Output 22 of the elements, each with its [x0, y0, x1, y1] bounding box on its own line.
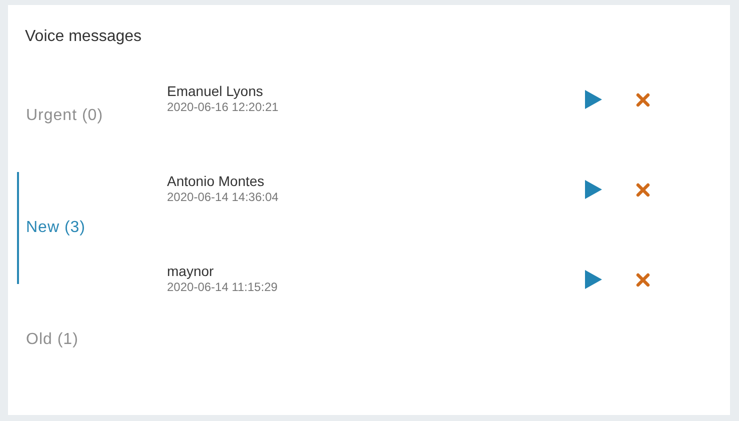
play-button[interactable]	[585, 90, 602, 109]
folder-tab[interactable]: New (3)	[17, 172, 157, 284]
delete-button[interactable]	[636, 273, 650, 287]
delete-button[interactable]	[636, 183, 650, 197]
play-button[interactable]	[585, 180, 602, 199]
delete-button[interactable]	[636, 93, 650, 107]
caller-name: maynor	[167, 262, 215, 280]
close-icon	[636, 273, 650, 287]
message-time: 2020-06-14 14:36:04	[167, 190, 280, 204]
play-icon	[585, 180, 602, 199]
close-icon	[636, 93, 650, 107]
panel-title: Voice messages	[24, 27, 143, 46]
folder-tab[interactable]: Old (1)	[17, 284, 157, 396]
play-icon	[585, 90, 602, 109]
message-time: 2020-06-14 11:15:29	[167, 280, 279, 294]
message-time: 2020-06-16 12:20:21	[167, 100, 280, 114]
play-icon	[585, 270, 602, 289]
folder-tab[interactable]: Urgent (0)	[17, 60, 157, 172]
play-button[interactable]	[585, 270, 602, 289]
close-icon	[636, 183, 650, 197]
caller-name: Emanuel Lyons	[167, 82, 264, 100]
caller-name: Antonio Montes	[167, 172, 266, 190]
